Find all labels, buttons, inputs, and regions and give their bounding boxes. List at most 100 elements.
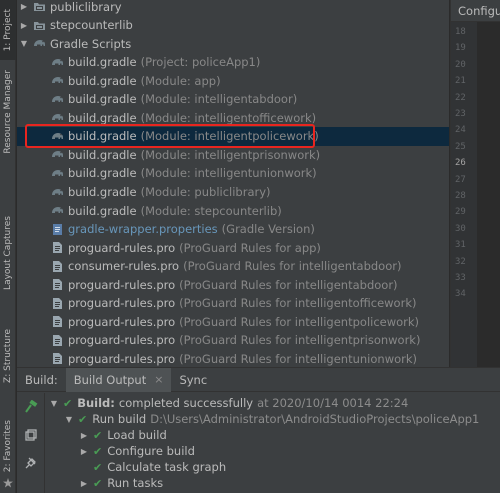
properties-file-icon — [51, 223, 64, 236]
tree-row[interactable]: proguard-rules.pro (ProGuard Rules for in… — [17, 349, 449, 367]
expand-arrow-icon[interactable]: ▶ — [19, 21, 29, 30]
task-row[interactable]: ▶ ✔ Run tasks — [79, 475, 163, 491]
tab-favorites[interactable]: 2: Favorites — [0, 415, 16, 477]
tree-row[interactable]: ▶ stepcounterlib — [17, 16, 449, 35]
tree-row[interactable]: build.gradle (Project: policeApp1) — [17, 53, 449, 72]
build-status-row[interactable]: ▼ ✔ Build: completed successfully at 202… — [49, 395, 408, 411]
gradle-elephant-icon — [51, 204, 64, 217]
tab-favorites-label: 2: Favorites — [3, 419, 13, 473]
tab-sync-label: Sync — [179, 372, 208, 387]
line-number: 25 — [455, 141, 466, 152]
build-status-text: completed successfully — [118, 396, 254, 410]
close-icon[interactable]: × — [154, 373, 163, 386]
project-tree-panel: ▶ publiclibrary ▶ stepcounterlib ▼ Gradle Scr… — [17, 0, 449, 367]
tree-row[interactable]: build.gradle (Module: publiclibrary) — [17, 183, 449, 202]
line-number: 22 — [455, 92, 466, 103]
tree-item-detail: (Module: intelligentunionwork) — [140, 166, 317, 181]
text-file-icon — [51, 260, 64, 273]
tree-row[interactable]: ▶ publiclibrary — [17, 0, 449, 16]
task-row[interactable]: ▶ ✔ Load build — [79, 427, 167, 443]
tab-structure[interactable]: Z: Structure — [0, 325, 16, 387]
text-file-icon — [51, 241, 64, 254]
tab-sync[interactable]: Sync — [171, 368, 215, 392]
pin-icon[interactable] — [23, 455, 39, 471]
expand-arrow-icon[interactable]: ▶ — [19, 2, 29, 11]
tree-row[interactable]: proguard-rules.pro (ProGuard Rules for in… — [17, 331, 449, 350]
success-check-icon: ✔ — [63, 396, 73, 410]
run-build-row[interactable]: ▼ ✔ Run build D:\Users\Administrator\And… — [64, 411, 479, 427]
tree-row[interactable]: build.gradle (Module: intelligentabdoor) — [17, 90, 449, 109]
run-build-label: Run build — [92, 412, 147, 426]
tree-item-label: build.gradle — [68, 73, 137, 88]
tree-row[interactable]: proguard-rules.pro (ProGuard Rules for in… — [17, 275, 449, 294]
expand-arrow-icon[interactable]: ▶ — [79, 431, 89, 440]
tree-item-label: stepcounterlib — [50, 18, 133, 33]
tab-build-output[interactable]: Build Output × — [65, 367, 172, 392]
build-tabs-bar: Build: Build Output × Sync — [17, 367, 500, 392]
hammer-icon[interactable] — [23, 399, 39, 415]
line-number: 21 — [455, 76, 466, 87]
line-number: 26 — [455, 158, 466, 169]
tab-build-output-label: Build Output — [73, 372, 147, 387]
tree-row[interactable]: ▼ Gradle Scripts — [17, 34, 449, 53]
restore-layout-icon[interactable] — [23, 427, 39, 443]
module-folder-icon — [33, 19, 46, 32]
tab-structure-label: Z: Structure — [3, 329, 13, 383]
line-number-gutter: 18 19 20 21 22 23 24 25 26 27 28 29 30 31 32 33 34 — [451, 22, 477, 367]
tree-item-label: gradle-wrapper.properties — [68, 222, 218, 237]
tree-item-label: proguard-rules.pro — [68, 351, 176, 366]
expand-arrow-icon[interactable]: ▶ — [79, 447, 89, 456]
tab-project-label: 1: Project — [3, 8, 13, 52]
line-number: 29 — [455, 207, 466, 218]
tab-project[interactable]: 1: Project — [0, 0, 16, 60]
tree-item-detail: (ProGuard Rules for intelligentunionwork… — [179, 351, 418, 366]
tree-row[interactable]: build.gradle (Module: intelligentunionwor… — [17, 164, 449, 183]
gradle-elephant-icon — [51, 111, 64, 124]
success-check-icon: ✔ — [93, 460, 103, 474]
task-label: Calculate task graph — [107, 460, 227, 474]
expand-arrow-icon[interactable]: ▼ — [19, 39, 29, 48]
tree-item-detail: (Module: stepcounterlib) — [140, 203, 282, 218]
tree-row[interactable]: proguard-rules.pro (ProGuard Rules for in… — [17, 312, 449, 331]
line-number: 18 — [455, 27, 466, 37]
build-tool-window: Build: Build Output × Sync ▼ ✔ Build: co… — [17, 367, 500, 493]
tree-row[interactable]: build.gradle (Module: intelligentprisonwo… — [17, 145, 449, 164]
tree-item-detail: (Module: intelligentprisonwork) — [140, 147, 321, 162]
build-status-time: at 2020/10/14 0014 22:24 — [257, 396, 409, 410]
tree-row[interactable]: gradle-wrapper.properties (Gradle Version… — [17, 220, 449, 239]
tree-row[interactable]: build.gradle (Module: app) — [17, 71, 449, 90]
editor-area: Configu 18 19 20 21 22 23 24 25 26 27 28 29 30 31 32 33… — [450, 0, 500, 367]
line-number: 30 — [455, 223, 466, 234]
text-file-icon — [51, 297, 64, 310]
tree-row[interactable]: proguard-rules.pro (ProGuard Rules for ap… — [17, 238, 449, 257]
tree-item-label: publiclibrary — [50, 0, 122, 14]
expand-arrow-icon[interactable]: ▶ — [79, 479, 89, 488]
tab-layout-captures[interactable]: Layout Captures — [0, 205, 16, 300]
gradle-elephant-icon — [51, 148, 64, 161]
build-panel-label: Build: — [25, 372, 58, 387]
success-check-icon: ✔ — [78, 412, 88, 426]
expand-arrow-icon[interactable]: ▼ — [64, 415, 74, 424]
editor-tab[interactable]: Configu — [451, 0, 500, 22]
tree-item-detail: (Module: publiclibrary) — [140, 185, 271, 199]
tree-row[interactable]: build.gradle (Module: stepcounterlib) — [17, 201, 449, 220]
tree-row[interactable]: proguard-rules.pro (ProGuard Rules for in… — [17, 294, 449, 313]
tab-layout-captures-label: Layout Captures — [3, 215, 13, 290]
red-highlight-annotation — [25, 124, 315, 148]
tree-row[interactable]: consumer-rules.pro (ProGuard Rules for in… — [17, 257, 449, 276]
build-side-toolbar — [17, 393, 45, 493]
task-row[interactable]: ▶ ✔ Configure build — [79, 443, 195, 459]
expand-arrow-icon[interactable]: ▼ — [49, 399, 59, 408]
tree-item-detail: (Module: intelligentofficework) — [140, 110, 317, 125]
tree-item-label: build.gradle — [68, 147, 137, 162]
task-row[interactable]: ✔ Calculate task graph — [93, 459, 226, 475]
line-number: 32 — [455, 256, 466, 267]
tree-item-label: build.gradle — [68, 110, 137, 125]
tab-resource-manager[interactable]: Resource Manager — [0, 64, 16, 159]
tree-item-label: build.gradle — [68, 92, 137, 107]
tree-item-detail: (ProGuard Rules for app) — [179, 240, 321, 255]
success-check-icon: ✔ — [93, 444, 103, 458]
tree-item-detail: (Module: intelligentabdoor) — [140, 92, 298, 107]
tree-item-label: build.gradle — [68, 203, 137, 218]
tree-item-detail: (Gradle Version) — [221, 222, 315, 237]
